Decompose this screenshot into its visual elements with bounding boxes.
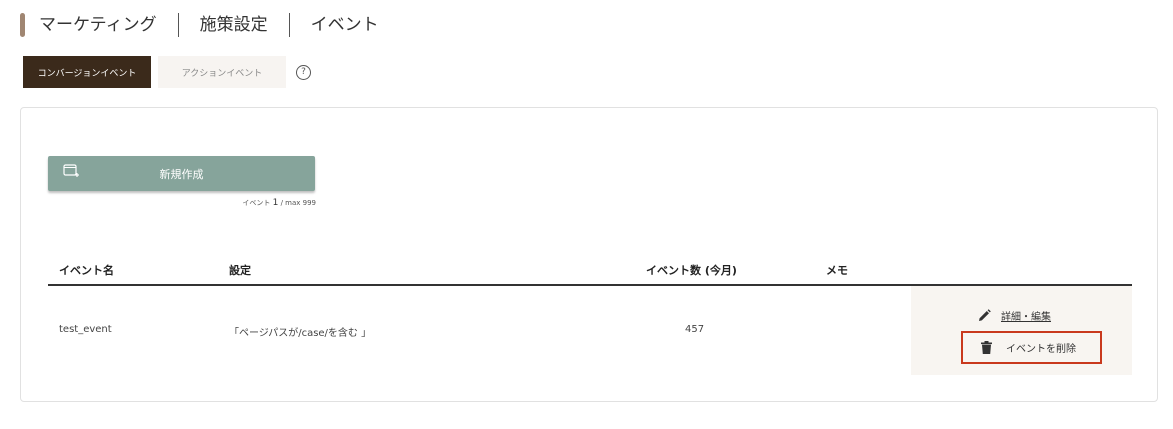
delete-event-label: イベントを削除	[1006, 344, 1076, 355]
event-count: イベント 1 / max 999	[229, 198, 316, 208]
event-setting-cell: 「ページパスが/case/を含む 」	[229, 328, 372, 339]
column-header-memo: メモ	[826, 264, 848, 277]
event-count-cell: 457	[685, 324, 705, 335]
help-icon[interactable]: ?	[296, 64, 311, 80]
column-header-setting: 設定	[229, 264, 251, 277]
event-type-tabs: コンバージョンイベント アクションイベント ?	[23, 56, 311, 88]
breadcrumb-separator	[288, 13, 290, 37]
event-count-prefix: イベント	[242, 199, 271, 207]
new-window-icon	[63, 164, 79, 177]
breadcrumb-separator	[177, 13, 179, 37]
edit-details-link[interactable]: 詳細・編集	[978, 308, 1051, 323]
event-count-value: 1	[272, 198, 279, 208]
breadcrumb-events: イベント	[310, 15, 379, 35]
breadcrumb-marketing[interactable]: マーケティング	[39, 13, 157, 37]
delete-event-button[interactable]: イベントを削除	[961, 331, 1102, 364]
row-actions: 詳細・編集 イベントを削除	[911, 286, 1132, 375]
create-new-button[interactable]: 新規作成	[48, 156, 315, 191]
event-count-max: / max 999	[280, 199, 316, 207]
trash-icon	[981, 341, 992, 354]
create-new-label: 新規作成	[159, 167, 204, 181]
breadcrumb: マーケティング 施策設定 イベント	[20, 12, 379, 38]
table-header: イベント名 設定 イベント数 (今月) メモ	[48, 258, 1132, 286]
column-header-event-name: イベント名	[59, 264, 114, 277]
event-name-cell: test_event	[59, 324, 112, 335]
pencil-icon	[979, 309, 991, 321]
tab-action-events[interactable]: アクションイベント	[158, 56, 286, 88]
edit-details-label: 詳細・編集	[1001, 312, 1051, 323]
events-panel: 新規作成 イベント 1 / max 999 イベント名 設定 イベント数 (今月…	[20, 107, 1158, 402]
breadcrumb-campaign-settings[interactable]: 施策設定	[200, 13, 268, 37]
column-header-event-count: イベント数 (今月)	[646, 264, 737, 277]
table-row: test_event 「ページパスが/case/を含む 」 457 詳細・編集 …	[48, 286, 1132, 375]
tab-conversion-events[interactable]: コンバージョンイベント	[23, 56, 151, 88]
title-accent-bar	[20, 13, 25, 37]
